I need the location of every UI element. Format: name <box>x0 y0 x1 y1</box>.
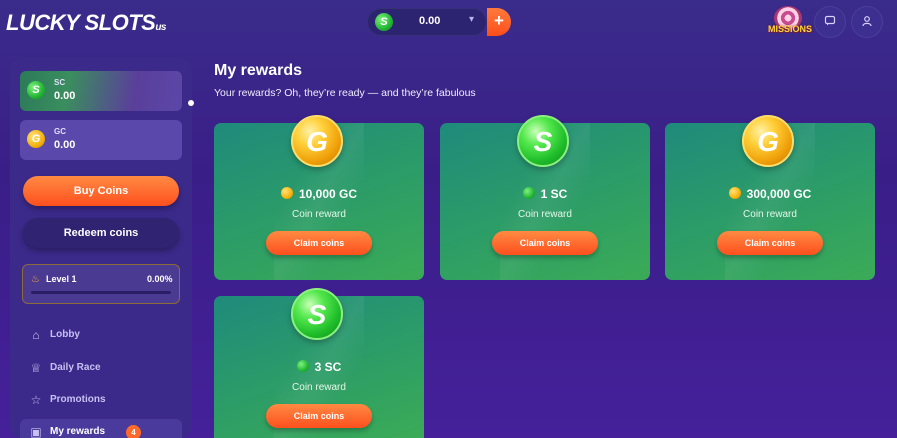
level-percent: 0.00% <box>147 274 173 284</box>
level-progress-bar <box>31 291 171 294</box>
gift-icon: ▣ <box>30 425 42 438</box>
star-icon: ☆ <box>30 393 42 407</box>
level-label: Level 1 <box>46 274 77 284</box>
sidebar-item-label: Daily Race <box>50 362 101 373</box>
user-icon <box>862 16 872 27</box>
missions-label: MISSIONS <box>768 24 813 34</box>
gc-amount: 0.00 <box>54 139 76 151</box>
sweeps-coin-icon: S <box>517 115 569 167</box>
reward-amount-text: 300,000 GC <box>746 187 812 201</box>
add-coins-button[interactable]: + <box>487 8 511 36</box>
reward-amount-text: 3 SC <box>314 360 342 374</box>
chevron-down-icon: ▾ <box>469 14 475 25</box>
sc-amount: 0.00 <box>54 90 76 102</box>
missions-button[interactable]: MISSIONS <box>768 6 813 38</box>
logo-text: LUCKY SLOTS <box>6 10 156 35</box>
redeem-coins-button[interactable]: Redeem coins <box>23 218 179 248</box>
reward-type-label: Coin reward <box>743 209 797 220</box>
sc-currency-label: SC <box>54 78 66 87</box>
reward-amount-text: 1 SC <box>540 187 568 201</box>
sweeps-coin-icon <box>522 187 535 199</box>
sweeps-coin-icon: S <box>291 288 343 340</box>
rewards-count-badge: 4 <box>126 425 141 438</box>
gc-currency-label: GC <box>54 127 66 136</box>
sweeps-coin-icon: S <box>27 81 45 99</box>
reward-card: S 3 SC Coin reward Claim coins <box>214 288 424 438</box>
selected-indicator <box>188 100 194 106</box>
gold-coin-icon: G <box>27 130 45 148</box>
reward-type-label: Coin reward <box>292 382 346 393</box>
sidebar-item-daily-race[interactable]: ♕ Daily Race <box>20 355 182 381</box>
sidebar-item-label: My rewards <box>50 426 106 437</box>
sidebar-item-promotions[interactable]: ☆ Promotions <box>20 387 182 413</box>
chat-button[interactable] <box>814 6 846 38</box>
buy-coins-button[interactable]: Buy Coins <box>23 176 179 206</box>
reward-amount: 10,000 GC <box>214 187 424 201</box>
sweeps-coin-icon <box>296 360 309 372</box>
gold-coin-icon <box>728 187 741 199</box>
sidebar-item-label: Promotions <box>50 394 106 405</box>
sc-balance-card[interactable]: S SC 0.00 <box>20 71 194 111</box>
sidebar: S SC 0.00 G GC 0.00 Buy Coins Redeem coi… <box>10 58 194 438</box>
chat-icon <box>824 15 836 26</box>
balance-value: 0.00 <box>419 15 441 27</box>
site-logo[interactable]: LUCKY SLOTSus <box>6 10 166 36</box>
gc-balance-card[interactable]: G GC 0.00 <box>20 120 182 160</box>
claim-coins-button[interactable]: Claim coins <box>266 231 372 255</box>
reward-card: G 10,000 GC Coin reward Claim coins <box>214 115 424 280</box>
reward-amount: 300,000 GC <box>665 187 875 201</box>
claim-coins-button[interactable]: Claim coins <box>492 231 598 255</box>
trophy-icon: ♕ <box>30 361 42 375</box>
reward-amount: 3 SC <box>214 360 424 374</box>
sidebar-item-lobby[interactable]: ⌂ Lobby <box>20 322 182 348</box>
logo-suffix: us <box>155 22 166 33</box>
page-title: My rewards <box>214 62 303 79</box>
reward-card: G 300,000 GC Coin reward Claim coins <box>665 115 875 280</box>
sweeps-coin-icon: S <box>375 13 393 31</box>
sidebar-item-my-rewards[interactable]: ▣ My rewards 4 <box>20 419 182 438</box>
top-header: LUCKY SLOTSus S 0.00 ▾ + MISSIONS <box>0 0 897 48</box>
sidebar-item-label: Lobby <box>50 329 80 340</box>
gold-coin-icon: G <box>742 115 794 167</box>
reward-amount: 1 SC <box>440 187 650 201</box>
balance-selector[interactable]: S 0.00 ▾ <box>367 8 487 36</box>
reward-type-label: Coin reward <box>292 209 346 220</box>
reward-amount-text: 10,000 GC <box>298 187 358 201</box>
claim-coins-button[interactable]: Claim coins <box>717 231 823 255</box>
claim-coins-button[interactable]: Claim coins <box>266 404 372 428</box>
home-icon: ⌂ <box>32 328 40 342</box>
gold-coin-icon <box>280 187 293 199</box>
user-profile-button[interactable] <box>851 6 883 38</box>
page-subtitle: Your rewards? Oh, they’re ready — and th… <box>214 87 476 99</box>
gold-coin-icon: G <box>291 115 343 167</box>
level-progress: ♨ Level 1 0.00% <box>22 264 180 304</box>
reward-type-label: Coin reward <box>518 209 572 220</box>
reward-card: S 1 SC Coin reward Claim coins <box>440 115 650 280</box>
fire-icon: ♨ <box>31 274 40 285</box>
